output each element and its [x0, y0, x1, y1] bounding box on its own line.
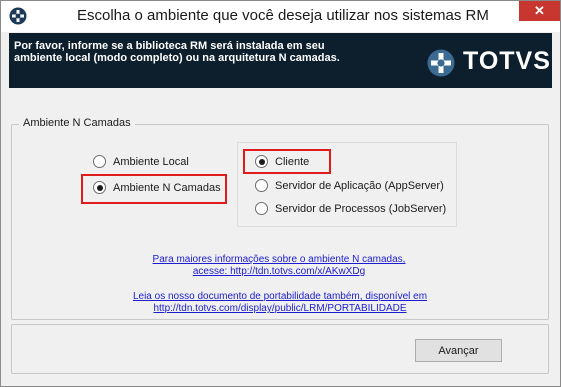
radio-button-icon[interactable] [255, 202, 268, 215]
totvs-logo-text: TOTVS [463, 47, 551, 75]
radio-label: Ambiente Local [113, 155, 189, 168]
annotation-highlight-box [243, 149, 331, 174]
title-bar[interactable]: Escolha o ambiente que você deseja utili… [1, 1, 560, 32]
header-banner: Por favor, informe se a biblioteca RM se… [9, 33, 552, 88]
portability-doc-link[interactable]: Leia os nosso documento de portabilidade… [125, 291, 435, 315]
totvs-app-icon [9, 7, 27, 25]
groupbox-legend: Ambiente N Camadas [19, 117, 135, 129]
next-button[interactable]: Avançar [415, 339, 502, 362]
banner-text: Por favor, informe se a biblioteca RM se… [14, 40, 340, 64]
link-line[interactable]: Leia os nosso documento de portabilidade… [125, 291, 435, 303]
radio-label: Servidor de Aplicação (AppServer) [275, 179, 444, 192]
n-tier-info-link[interactable]: Para maiores informações sobre o ambient… [144, 254, 414, 278]
radio-servidor-processos[interactable]: Servidor de Processos (JobServer) [255, 202, 446, 215]
window-title: Escolha o ambiente que você deseja utili… [77, 7, 489, 24]
radio-button-icon[interactable] [93, 155, 106, 168]
dialog-window: Escolha o ambiente que você deseja utili… [0, 0, 561, 387]
radio-label: Servidor de Processos (JobServer) [275, 202, 447, 215]
link-line[interactable]: acesse: http://tdn.totvs.com/x/AKwXDg [144, 266, 414, 278]
radio-ambiente-local[interactable]: Ambiente Local [93, 155, 189, 168]
link-line[interactable]: Para maiores informações sobre o ambient… [144, 254, 414, 266]
close-button[interactable]: ✕ [519, 1, 560, 21]
annotation-highlight-box [81, 174, 227, 204]
totvs-logo-icon [427, 49, 455, 77]
close-icon: ✕ [534, 3, 545, 18]
radio-servidor-aplicacao[interactable]: Servidor de Aplicação (AppServer) [255, 179, 444, 192]
radio-button-icon[interactable] [255, 179, 268, 192]
link-line[interactable]: http://tdn.totvs.com/display/public/LRM/… [125, 303, 435, 315]
